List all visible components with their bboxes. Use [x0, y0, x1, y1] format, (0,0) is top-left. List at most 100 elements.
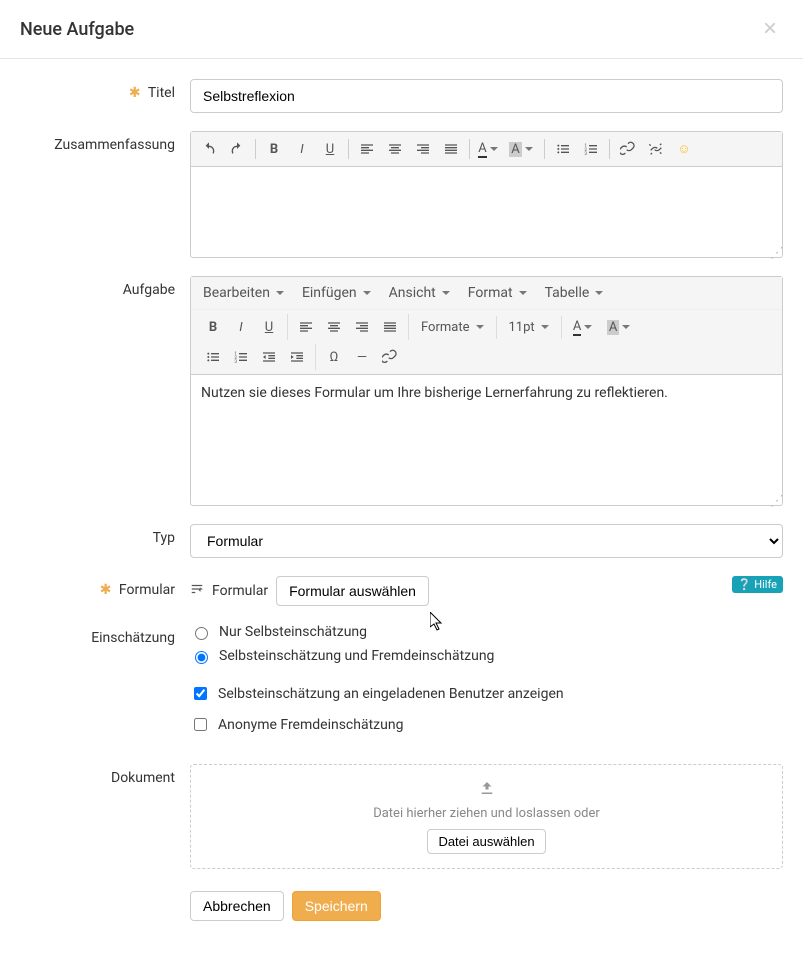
row-summary: Zusammenfassung B I U: [20, 131, 783, 258]
label-form: ✱ Formular: [20, 576, 190, 606]
task-content-text: Nutzen sie dieses Formular um Ihre bishe…: [201, 385, 668, 401]
modal-header: Neue Aufgabe ×: [0, 0, 803, 59]
bullet-list-icon[interactable]: [549, 136, 577, 162]
label-summary: Zusammenfassung: [20, 131, 190, 258]
align-right-icon[interactable]: [348, 314, 376, 340]
align-left-icon[interactable]: [292, 314, 320, 340]
align-justify-icon[interactable]: [376, 314, 404, 340]
check-show-self[interactable]: Selbsteinschätzung an eingeladenen Benut…: [190, 684, 783, 703]
menu-view[interactable]: Ansicht: [381, 279, 458, 307]
text-color-icon[interactable]: A: [566, 314, 600, 340]
required-icon: ✱: [100, 582, 112, 598]
type-select[interactable]: Formular: [190, 524, 783, 558]
help-badge[interactable]: ❔ Hilfe: [732, 576, 783, 593]
number-list-icon[interactable]: 123: [227, 344, 255, 370]
select-form-button[interactable]: Formular auswählen: [276, 576, 429, 606]
italic-icon[interactable]: I: [288, 136, 316, 162]
task-editor: Bearbeiten Einfügen Ansicht Format Tabel…: [190, 276, 783, 506]
bg-color-icon[interactable]: A: [502, 136, 540, 162]
task-toolbar: B I U Formate: [191, 310, 782, 375]
required-icon: ✱: [129, 85, 141, 101]
dropzone-text: Datei hierher ziehen und loslassen oder: [205, 806, 768, 821]
sliders-icon: [190, 582, 204, 600]
summary-editor-body[interactable]: ⋰: [191, 167, 782, 257]
modal-title: Neue Aufgabe: [20, 19, 134, 40]
special-char-icon[interactable]: Ω: [320, 344, 348, 370]
modal-body: ✱ Titel Zusammenfassung B I U: [0, 59, 803, 959]
form-prefix-label: Formular: [212, 583, 268, 599]
radio-self-other-label: Selbsteinschätzung und Fremdeinschätzung: [219, 648, 494, 664]
underline-icon[interactable]: U: [316, 136, 344, 162]
menu-table[interactable]: Tabelle: [537, 279, 612, 307]
radio-self-other-input[interactable]: [195, 651, 208, 664]
label-title-text: Titel: [148, 85, 175, 101]
label-title: ✱ Titel: [20, 79, 190, 113]
number-list-icon[interactable]: 123: [577, 136, 605, 162]
label-document: Dokument: [20, 764, 190, 869]
link-icon[interactable]: [614, 136, 642, 162]
task-editor-body[interactable]: Nutzen sie dieses Formular um Ihre bishe…: [191, 375, 782, 505]
check-show-self-input[interactable]: [194, 687, 207, 700]
close-button[interactable]: ×: [757, 16, 783, 42]
outdent-icon[interactable]: [255, 344, 283, 370]
radio-only-self-input[interactable]: [195, 627, 208, 640]
formats-dropdown[interactable]: Formate: [413, 316, 492, 339]
resize-handle-icon[interactable]: ⋰: [770, 493, 780, 503]
link-icon[interactable]: [376, 344, 404, 370]
unlink-icon[interactable]: [642, 136, 670, 162]
bullet-list-icon[interactable]: [199, 344, 227, 370]
underline-icon[interactable]: U: [255, 314, 283, 340]
undo-icon[interactable]: [195, 136, 223, 162]
row-form: ✱ Formular Formular Formular auswählen ❔…: [20, 576, 783, 606]
summary-toolbar: B I U A A 123: [191, 132, 782, 167]
row-type: Typ Formular: [20, 524, 783, 558]
check-anonymous-label: Anonyme Fremdeinschätzung: [218, 717, 403, 733]
svg-text:3: 3: [234, 359, 237, 365]
row-document: Dokument Datei hierher ziehen und loslas…: [20, 764, 783, 869]
help-text: Hilfe: [754, 578, 777, 591]
radio-only-self[interactable]: Nur Selbsteinschätzung: [190, 624, 783, 640]
align-center-icon[interactable]: [320, 314, 348, 340]
align-justify-icon[interactable]: [437, 136, 465, 162]
indent-icon[interactable]: [283, 344, 311, 370]
check-anonymous-input[interactable]: [194, 718, 207, 731]
align-center-icon[interactable]: [381, 136, 409, 162]
upload-icon: [205, 779, 768, 802]
bg-color-icon[interactable]: A: [600, 314, 638, 340]
check-anonymous[interactable]: Anonyme Fremdeinschätzung: [190, 715, 783, 734]
menu-insert[interactable]: Einfügen: [294, 279, 379, 307]
bold-icon[interactable]: B: [260, 136, 288, 162]
row-assessment: Einschätzung Nur Selbsteinschätzung Selb…: [20, 624, 783, 746]
svg-text:3: 3: [584, 151, 587, 157]
label-type: Typ: [20, 524, 190, 558]
fontsize-dropdown[interactable]: 11pt: [501, 316, 557, 339]
save-button[interactable]: Speichern: [292, 891, 381, 921]
file-dropzone[interactable]: Datei hierher ziehen und loslassen oder …: [190, 764, 783, 869]
bold-icon[interactable]: B: [199, 314, 227, 340]
label-assessment: Einschätzung: [20, 624, 190, 746]
menu-format[interactable]: Format: [460, 279, 535, 307]
align-left-icon[interactable]: [353, 136, 381, 162]
task-menubar: Bearbeiten Einfügen Ansicht Format Tabel…: [191, 277, 782, 310]
row-footer: Abbrechen Speichern: [20, 887, 783, 921]
cancel-button[interactable]: Abbrechen: [190, 891, 284, 921]
radio-self-and-other[interactable]: Selbsteinschätzung und Fremdeinschätzung: [190, 648, 783, 664]
hr-icon[interactable]: —: [348, 344, 376, 370]
summary-editor: B I U A A 123: [190, 131, 783, 258]
menu-edit[interactable]: Bearbeiten: [195, 279, 292, 307]
modal-new-task: Neue Aufgabe × ✱ Titel Zusammenfassung: [0, 0, 803, 959]
emoji-icon[interactable]: ☺: [670, 136, 698, 162]
title-input[interactable]: [190, 79, 783, 113]
check-show-self-label: Selbsteinschätzung an eingeladenen Benut…: [218, 686, 564, 702]
resize-handle-icon[interactable]: ⋰: [770, 245, 780, 255]
row-task: Aufgabe Bearbeiten Einfügen Ansicht Form…: [20, 276, 783, 506]
choose-file-button[interactable]: Datei auswählen: [427, 829, 545, 854]
redo-icon[interactable]: [223, 136, 251, 162]
align-right-icon[interactable]: [409, 136, 437, 162]
italic-icon[interactable]: I: [227, 314, 255, 340]
radio-only-self-label: Nur Selbsteinschätzung: [219, 624, 367, 640]
row-title: ✱ Titel: [20, 79, 783, 113]
label-task: Aufgabe: [20, 276, 190, 506]
text-color-icon[interactable]: A: [474, 136, 502, 162]
label-form-text: Formular: [119, 582, 175, 598]
